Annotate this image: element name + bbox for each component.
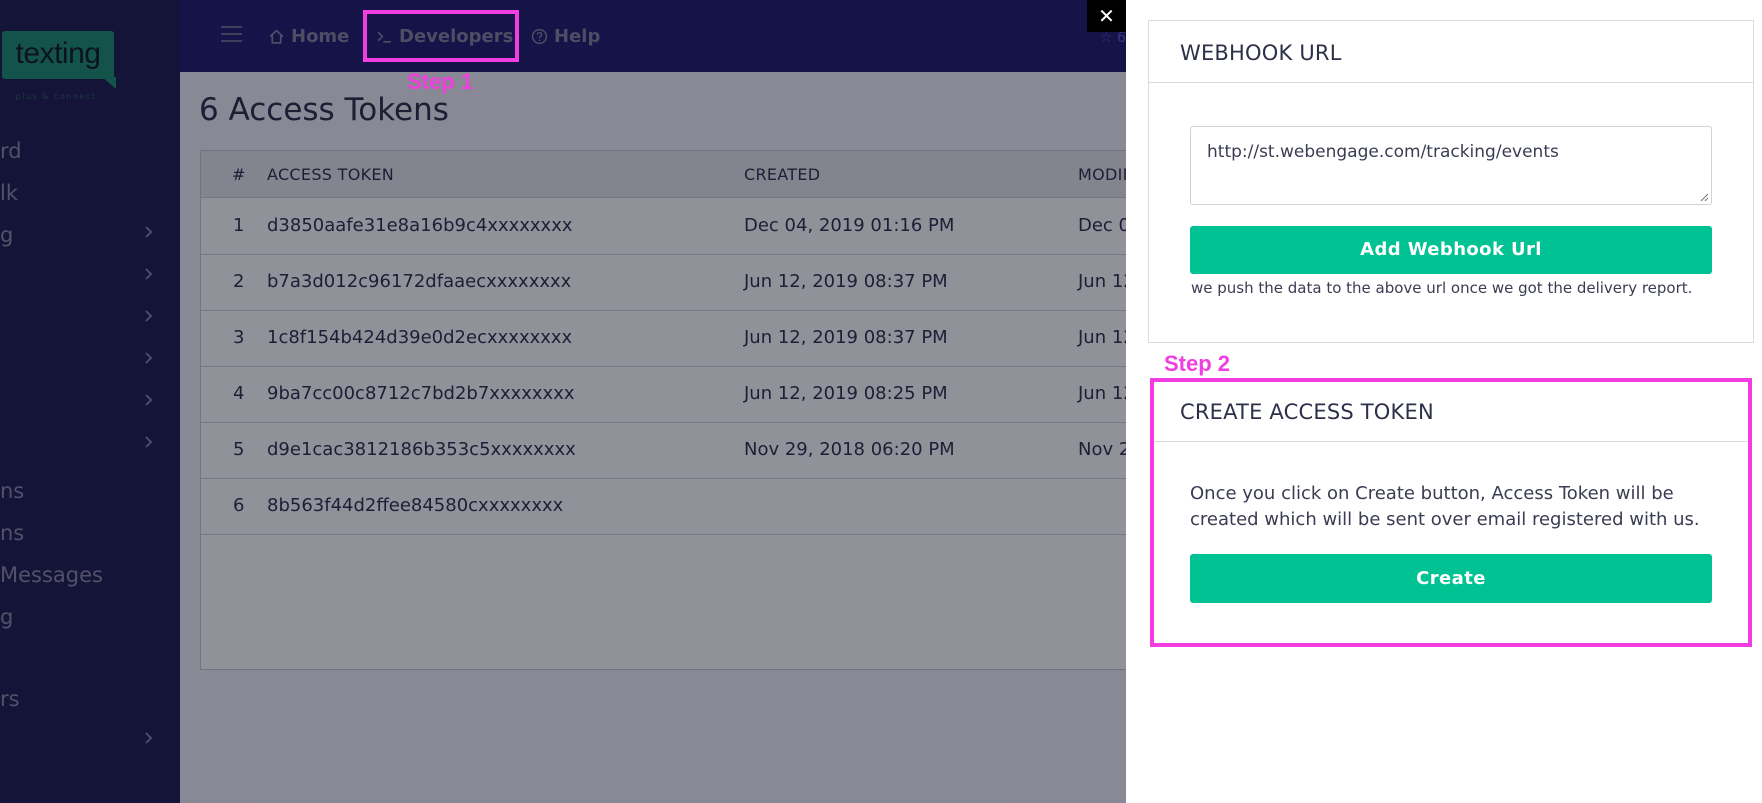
step2-highlight-box	[1150, 378, 1752, 647]
webhook-url-input[interactable]: http://st.webengage.com/tracking/events	[1190, 126, 1712, 205]
webhook-hint: we push the data to the above url once w…	[1191, 279, 1693, 297]
webhook-url-value: http://st.webengage.com/tracking/events	[1207, 142, 1559, 162]
step1-label: Step 1	[407, 69, 474, 94]
webhook-card-header: WEBHOOK URL	[1149, 21, 1753, 83]
step1-highlight-box	[363, 10, 519, 62]
step2-label: Step 2	[1164, 351, 1231, 376]
webhook-card-title: WEBHOOK URL	[1180, 41, 1342, 65]
resize-handle-icon[interactable]	[1700, 193, 1709, 202]
close-panel-button[interactable]: ✕	[1087, 0, 1126, 32]
add-webhook-url-button[interactable]: Add Webhook Url	[1190, 226, 1712, 274]
modal-backdrop[interactable]	[0, 0, 1126, 803]
